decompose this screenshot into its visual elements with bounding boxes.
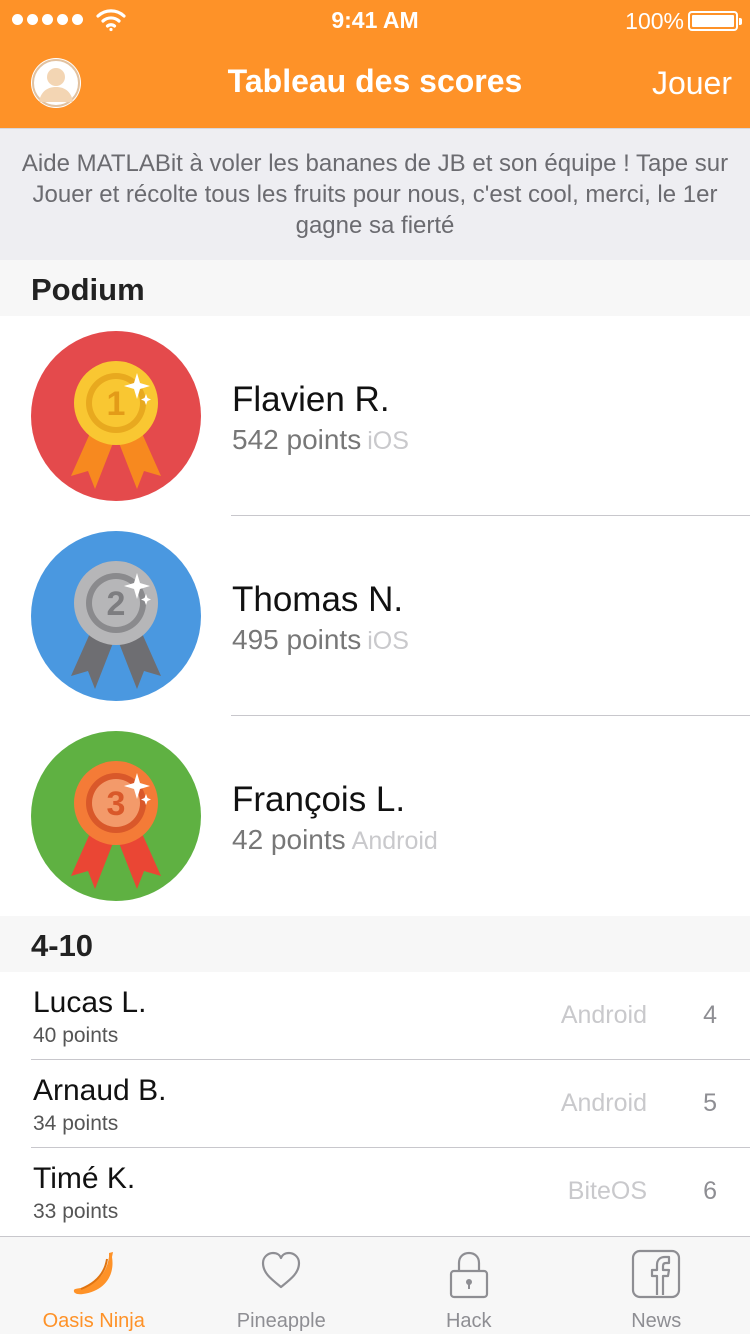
tab-label: Oasis Ninja bbox=[42, 1310, 145, 1332]
player-name: Timé K. bbox=[33, 1162, 136, 1195]
tab-bar: Oasis Ninja Pineapple Hack News bbox=[0, 1236, 750, 1334]
player-rank: 6 bbox=[703, 1177, 717, 1205]
tab-label: Pineapple bbox=[236, 1310, 326, 1332]
intro-text: Aide MATLABit à voler les bananes de JB … bbox=[21, 150, 729, 239]
status-bar: 9:41 AM 100% bbox=[0, 0, 750, 40]
player-rank: 4 bbox=[703, 1001, 717, 1029]
player-platform: Android bbox=[351, 827, 438, 855]
player-name: Flavien R. bbox=[232, 380, 390, 419]
facebook-icon bbox=[632, 1249, 681, 1299]
player-score: 33 points bbox=[33, 1200, 119, 1223]
player-rank: 5 bbox=[703, 1089, 717, 1117]
tab-pineapple[interactable]: Pineapple bbox=[188, 1237, 376, 1334]
tab-label: Hack bbox=[445, 1310, 492, 1332]
tab-label: News bbox=[631, 1310, 682, 1332]
svg-text:2: 2 bbox=[107, 585, 126, 623]
player-name: François L. bbox=[232, 780, 406, 819]
player-score: 495 points iOS bbox=[232, 624, 409, 655]
section-header-ranking: 4-10 bbox=[0, 916, 750, 972]
bronze-medal-icon: 3 bbox=[31, 731, 201, 901]
player-score: 40 points bbox=[33, 1024, 119, 1047]
play-button[interactable]: Jouer bbox=[652, 65, 732, 102]
banana-icon bbox=[73, 1252, 113, 1295]
svg-text:3: 3 bbox=[107, 785, 126, 823]
podium-row-2[interactable]: 2 Thomas N. 495 points iOS bbox=[0, 516, 750, 716]
player-score: 42 points Android bbox=[232, 824, 438, 855]
player-platform: Android bbox=[560, 1089, 647, 1117]
player-name: Thomas N. bbox=[232, 580, 404, 619]
player-platform: Android bbox=[560, 1001, 647, 1029]
ranking-row-6[interactable]: Timé K. 33 points BiteOS 6 bbox=[0, 1148, 750, 1236]
player-name: Arnaud B. bbox=[33, 1074, 167, 1107]
player-score: 542 points iOS bbox=[232, 424, 409, 455]
section-title: Podium bbox=[31, 272, 145, 307]
lock-icon bbox=[449, 1251, 488, 1299]
navigation-header: 9:41 AM 100% Tableau des scores Jouer bbox=[0, 0, 750, 128]
tab-oasis-ninja[interactable]: Oasis Ninja bbox=[0, 1237, 188, 1334]
player-score: 34 points bbox=[33, 1112, 119, 1135]
silver-medal-icon: 2 bbox=[31, 531, 201, 701]
player-platform: iOS bbox=[367, 627, 409, 655]
intro-banner: Aide MATLABit à voler les bananes de JB … bbox=[0, 128, 750, 260]
player-platform: iOS bbox=[367, 427, 409, 455]
section-header-podium: Podium bbox=[0, 260, 750, 316]
page-title: Tableau des scores bbox=[227, 63, 523, 99]
ranking-row-4[interactable]: Lucas L. 40 points Android 4 bbox=[0, 972, 750, 1060]
podium-row-3[interactable]: 3 François L. 42 points Android bbox=[0, 716, 750, 916]
tab-news[interactable]: News bbox=[563, 1237, 750, 1334]
battery-percentage: 100% bbox=[625, 8, 684, 34]
tab-hack[interactable]: Hack bbox=[375, 1237, 563, 1334]
heart-icon bbox=[262, 1251, 301, 1289]
gold-medal-icon: 1 bbox=[31, 331, 201, 501]
battery-icon bbox=[688, 11, 742, 31]
section-title: 4-10 bbox=[31, 928, 94, 963]
svg-text:1: 1 bbox=[107, 385, 126, 423]
player-name: Lucas L. bbox=[33, 986, 147, 1019]
ranking-row-5[interactable]: Arnaud B. 34 points Android 5 bbox=[0, 1060, 750, 1148]
podium-row-1[interactable]: 1 Flavien R. 542 points iOS bbox=[0, 316, 750, 516]
player-platform: BiteOS bbox=[567, 1177, 647, 1205]
